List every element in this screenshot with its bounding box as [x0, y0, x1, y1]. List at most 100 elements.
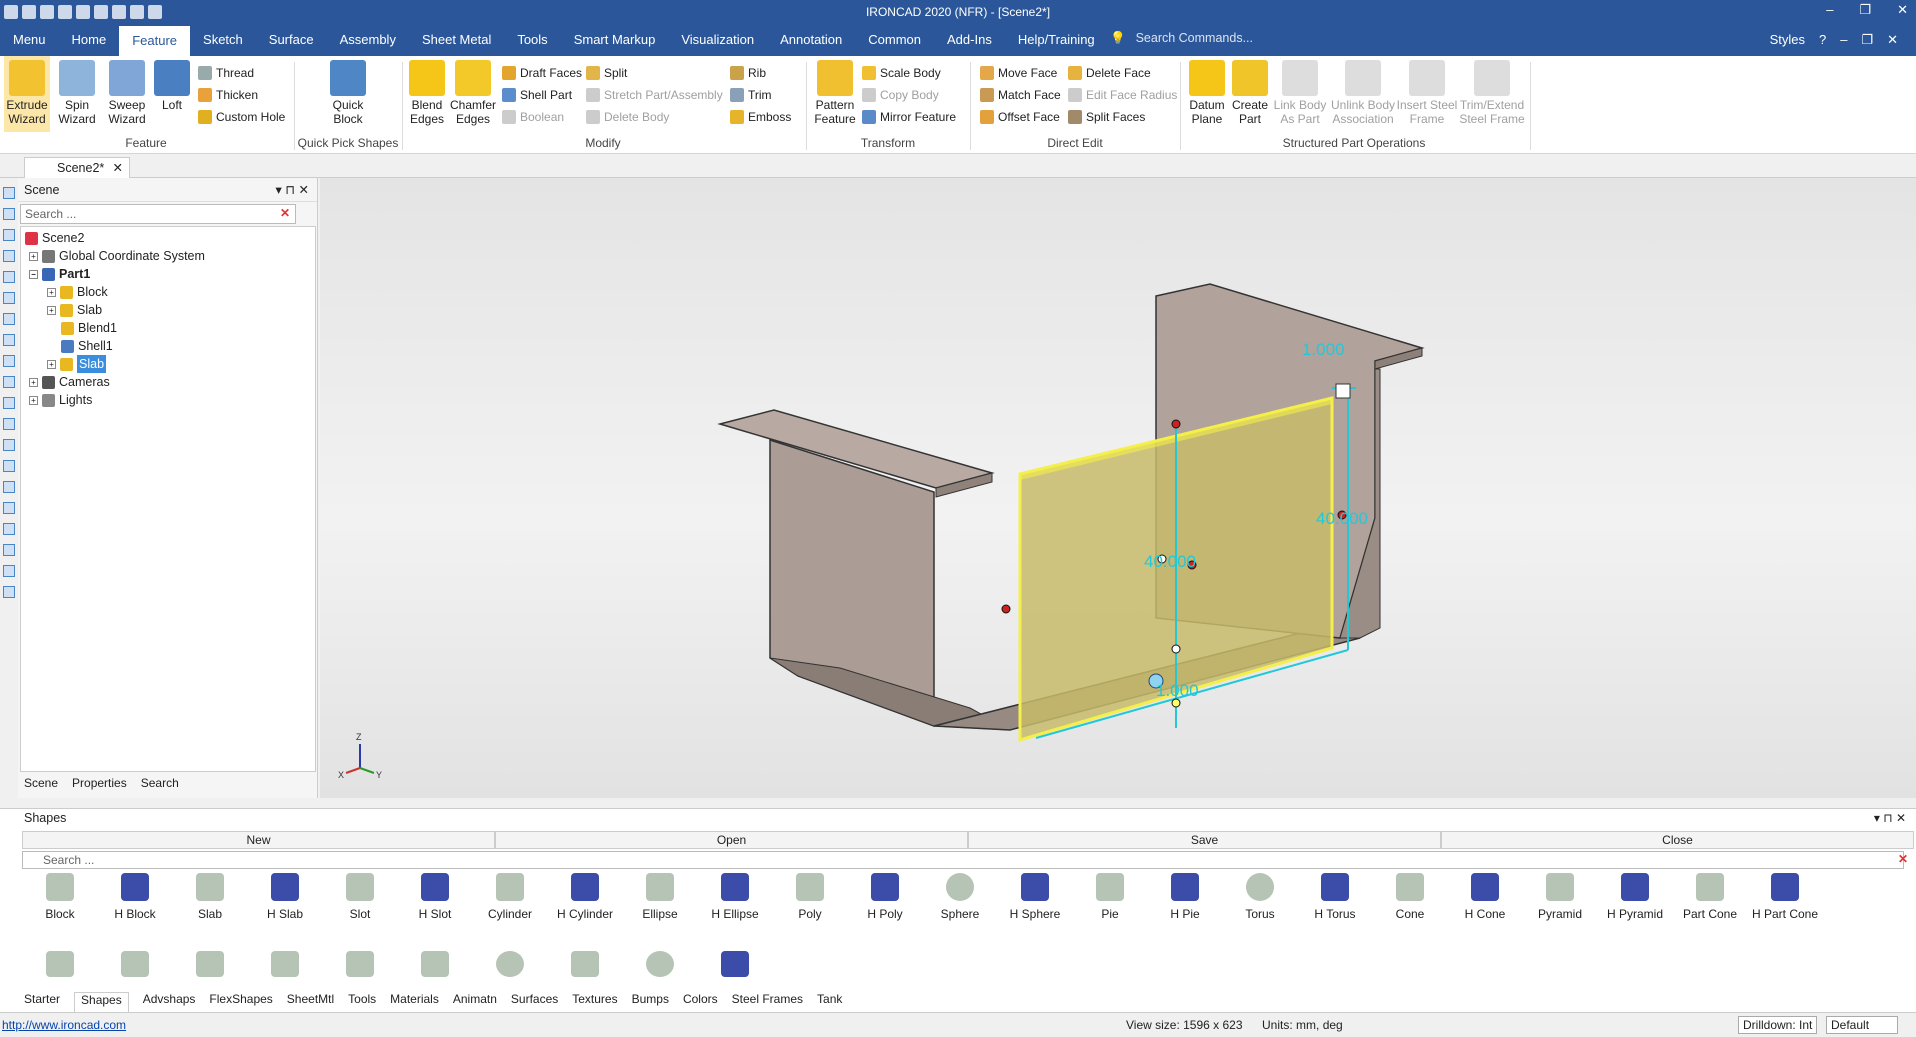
move-handle-icon[interactable] — [1335, 383, 1351, 399]
blend-edges-button[interactable]: Blend Edges — [404, 56, 450, 126]
shape-sphere[interactable]: Sphere — [925, 873, 995, 921]
tree-node-blend1[interactable]: Blend1 — [61, 319, 117, 337]
insert-steel-frame-button[interactable]: Insert Steel Frame — [1396, 56, 1458, 126]
view-tool-icon[interactable] — [3, 586, 15, 598]
shape-extra-4-icon[interactable] — [271, 951, 299, 977]
help-icon[interactable]: ? — [1819, 32, 1826, 48]
delete-body-button[interactable]: Delete Body — [586, 110, 669, 124]
shell-part-button[interactable]: Shell Part — [502, 88, 572, 102]
catalog-tab-animatn[interactable]: Animatn — [453, 992, 497, 1012]
shape-extra-2-icon[interactable] — [121, 951, 149, 977]
tab-visualization[interactable]: Visualization — [668, 24, 767, 56]
scale-body-button[interactable]: Scale Body — [862, 66, 941, 80]
view-tool-icon[interactable] — [3, 355, 15, 367]
shape-h-torus[interactable]: H Torus — [1300, 873, 1370, 921]
catalog-tab-bumps[interactable]: Bumps — [632, 992, 669, 1012]
styles-dropdown[interactable]: Styles — [1770, 32, 1805, 48]
link-body-button[interactable]: Link Body As Part — [1270, 56, 1330, 126]
catalog-new-button[interactable]: New — [22, 831, 495, 849]
shapes-panel-close-icon[interactable]: ▾ ⊓ ✕ — [1874, 811, 1906, 825]
thread-button[interactable]: Thread — [198, 66, 254, 80]
catalog-tab-surfaces[interactable]: Surfaces — [511, 992, 558, 1012]
edit-face-radius-button[interactable]: Edit Face Radius — [1068, 88, 1177, 102]
catalog-tab-shapes[interactable]: Shapes — [74, 992, 129, 1012]
command-search[interactable]: 💡 Search Commands... — [1110, 31, 1253, 46]
doc-tab-close-icon[interactable]: ✕ — [113, 160, 123, 175]
shape-extra-5-icon[interactable] — [346, 951, 374, 977]
datum-plane-button[interactable]: Datum Plane — [1184, 56, 1230, 126]
shape-poly[interactable]: Poly — [775, 873, 845, 921]
view-tool-icon[interactable] — [3, 544, 15, 556]
view-tool-icon[interactable] — [3, 292, 15, 304]
tab-smart-markup[interactable]: Smart Markup — [561, 24, 669, 56]
default-dropdown[interactable]: Default — [1826, 1016, 1898, 1034]
shape-extra-7-icon[interactable] — [496, 951, 524, 977]
tree-node-global-cs[interactable]: + Global Coordinate System — [29, 247, 205, 265]
catalog-tab-tank[interactable]: Tank — [817, 992, 842, 1012]
catalog-tab-flexshapes[interactable]: FlexShapes — [209, 992, 272, 1012]
handle-point[interactable] — [1001, 604, 1011, 614]
view-tool-icon[interactable] — [3, 460, 15, 472]
shape-h-pie[interactable]: H Pie — [1150, 873, 1220, 921]
loft-button[interactable]: Loft — [152, 56, 192, 112]
expand-icon[interactable]: + — [29, 251, 38, 261]
match-face-button[interactable]: Match Face — [980, 88, 1061, 102]
split-faces-button[interactable]: Split Faces — [1068, 110, 1145, 124]
shape-part-cone[interactable]: Part Cone — [1675, 873, 1745, 921]
minimize-icon[interactable]: – — [1826, 2, 1833, 18]
shape-cylinder[interactable]: Cylinder — [475, 873, 545, 921]
clear-search-icon[interactable]: ✕ — [280, 206, 290, 220]
view-tool-icon[interactable] — [3, 481, 15, 493]
shape-torus[interactable]: Torus — [1225, 873, 1295, 921]
catalog-tab-sheetmtl[interactable]: SheetMtl — [287, 992, 334, 1012]
expand-icon[interactable]: + — [47, 359, 56, 369]
spin-wizard-button[interactable]: Spin Wizard — [54, 56, 100, 126]
handle-point[interactable] — [1171, 698, 1181, 708]
catalog-tab-colors[interactable]: Colors — [683, 992, 718, 1012]
quick-block-button[interactable]: Quick Block — [325, 56, 371, 126]
boolean-button[interactable]: Boolean — [502, 110, 564, 124]
shape-extra-9-icon[interactable] — [646, 951, 674, 977]
tree-node-part1[interactable]: − Part1 — [29, 265, 90, 283]
shape-h-slab[interactable]: H Slab — [250, 873, 320, 921]
create-part-button[interactable]: Create Part — [1228, 56, 1272, 126]
view-tool-icon[interactable] — [3, 187, 15, 199]
sweep-wizard-button[interactable]: Sweep Wizard — [104, 56, 150, 126]
view-tool-icon[interactable] — [3, 397, 15, 409]
model-canvas[interactable]: 1.000 40.000 40.000 1.000 Z X Y — [320, 178, 1916, 798]
catalog-tab-advshaps[interactable]: Advshaps — [143, 992, 196, 1012]
shape-slab[interactable]: Slab — [175, 873, 245, 921]
website-link[interactable]: http://www.ironcad.com — [2, 1013, 126, 1037]
restore-icon[interactable]: ❐ — [1859, 2, 1871, 18]
view-tool-icon[interactable] — [3, 523, 15, 535]
tab-home[interactable]: Home — [59, 24, 120, 56]
shape-block[interactable]: Block — [25, 873, 95, 921]
tab-add-ins[interactable]: Add-Ins — [934, 24, 1005, 56]
shape-h-slot[interactable]: H Slot — [400, 873, 470, 921]
catalog-tab-starter[interactable]: Starter — [24, 992, 60, 1012]
rib-button[interactable]: Rib — [730, 66, 766, 80]
doc-restore-icon[interactable]: ❐ — [1861, 32, 1873, 48]
shape-extra-3-icon[interactable] — [196, 951, 224, 977]
catalog-tab-materials[interactable]: Materials — [390, 992, 439, 1012]
pattern-feature-button[interactable]: Pattern Feature — [810, 56, 860, 126]
tab-sheet-metal[interactable]: Sheet Metal — [409, 24, 504, 56]
doc-tab-scene2[interactable]: Scene2* ✕ — [24, 157, 130, 178]
tree-node-scene[interactable]: Scene2 — [25, 229, 84, 247]
offset-face-button[interactable]: Offset Face — [980, 110, 1060, 124]
tab-annotation[interactable]: Annotation — [767, 24, 855, 56]
expand-icon[interactable]: + — [47, 305, 56, 315]
shape-h-block[interactable]: H Block — [100, 873, 170, 921]
shape-h-cone[interactable]: H Cone — [1450, 873, 1520, 921]
dim-bottom[interactable]: 1.000 — [1156, 681, 1199, 700]
tab-search[interactable]: Search — [141, 776, 179, 796]
tab-menu[interactable]: Menu — [0, 24, 59, 56]
catalog-tab-steel-frames[interactable]: Steel Frames — [732, 992, 803, 1012]
expand-icon[interactable]: + — [29, 395, 38, 405]
handle-point[interactable] — [1171, 644, 1181, 654]
stretch-part-button[interactable]: Stretch Part/Assembly — [586, 88, 723, 102]
shape-extra-6-icon[interactable] — [421, 951, 449, 977]
split-button[interactable]: Split — [586, 66, 627, 80]
tab-surface[interactable]: Surface — [256, 24, 327, 56]
custom-hole-button[interactable]: Custom Hole — [198, 110, 285, 124]
